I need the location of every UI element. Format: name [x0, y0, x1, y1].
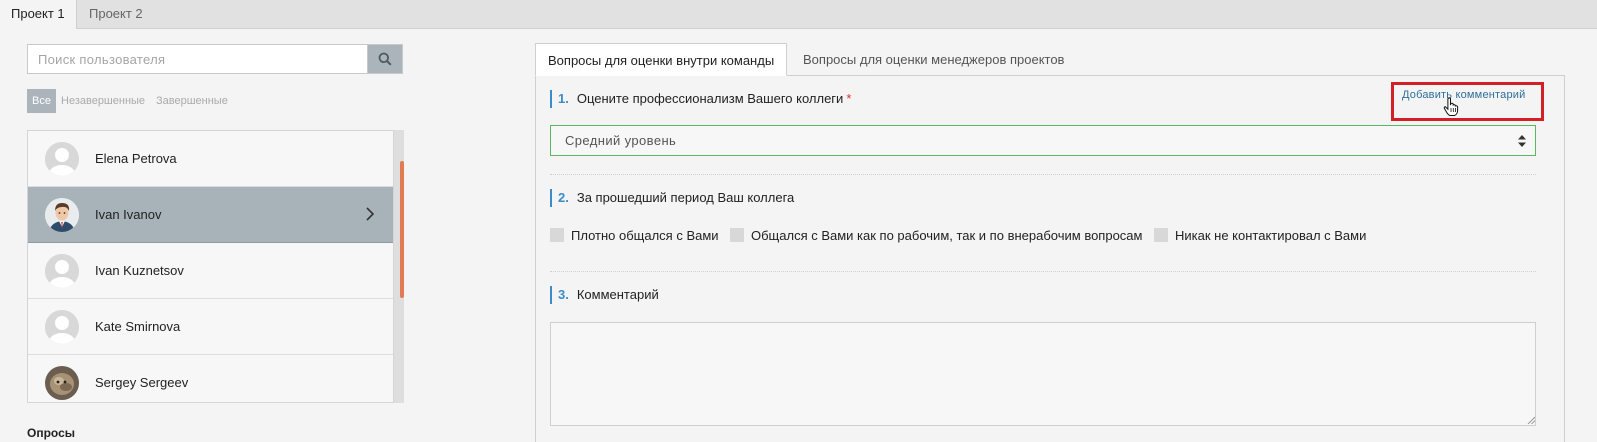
section-title: Опросы [27, 426, 76, 440]
question-heading: 2. За прошедший период Ваш коллега [550, 189, 794, 207]
checkbox-label: Никак не контактировал с Вами [1175, 227, 1367, 243]
filter-completed[interactable]: Завершенные [156, 89, 228, 113]
question-text: Оцените профессионализм Вашего коллеги [576, 91, 844, 106]
select-value: Средний уровень [565, 133, 677, 148]
tab-project-1[interactable]: Проект 1 [0, 0, 77, 29]
required-marker: * [846, 91, 852, 106]
default-avatar [45, 254, 79, 288]
hand-cursor-icon [1443, 97, 1459, 116]
question-text: Комментарий [576, 287, 659, 302]
highlight-box [1391, 82, 1544, 121]
divider [550, 174, 1536, 175]
checkbox[interactable] [550, 228, 564, 242]
checkbox-label: Общался с Вами как по рабочим, так и по … [751, 227, 1143, 243]
checkbox[interactable] [1154, 228, 1168, 242]
user-list-item[interactable]: Kate Smirnova [28, 299, 393, 355]
user-name: Elena Petrova [95, 151, 177, 166]
user-list-item[interactable]: Ivan Kuznetsov [28, 243, 393, 299]
search-input[interactable] [27, 44, 368, 74]
chevron-right-icon [366, 207, 375, 221]
filter-incomplete[interactable]: Незавершенные [61, 89, 145, 113]
scrollbar-thumb[interactable] [400, 161, 404, 298]
user-name: Kate Smirnova [95, 319, 181, 334]
user-name: Sergey Sergeev [95, 375, 189, 390]
professionalism-select[interactable]: Средний уровень [550, 125, 1536, 156]
tab-project-2[interactable]: Проект 2 [78, 0, 154, 28]
default-avatar [45, 310, 79, 344]
user-list-item[interactable]: Sergey Sergeev [28, 355, 393, 402]
user-list: Elena Petrova Ivan Ivanov Ivan Kuznetsov [27, 130, 394, 403]
photo-avatar [45, 366, 79, 400]
divider [550, 271, 1536, 272]
filter-all[interactable]: Все [27, 89, 56, 113]
question-number: 1. [558, 91, 569, 106]
checkbox-label: Плотно общался с Вами [571, 227, 719, 243]
tab-manager-questions[interactable]: Вопросы для оценки менеджеров проектов [791, 43, 1076, 76]
user-name: Ivan Kuznetsov [95, 263, 184, 278]
question-text: За прошедший период Ваш коллега [576, 190, 795, 205]
tab-team-questions[interactable]: Вопросы для оценки внутри команды [535, 43, 788, 76]
cartoon-man-avatar [45, 198, 79, 232]
select-arrows-icon [1518, 135, 1526, 147]
checkbox-option[interactable]: Общался с Вами как по рабочим, так и по … [730, 227, 1142, 243]
checkbox-option[interactable]: Плотно общался с Вами [550, 227, 719, 243]
user-name: Ivan Ivanov [95, 207, 162, 222]
comment-textarea[interactable] [550, 322, 1536, 426]
user-list-item[interactable]: Elena Petrova [28, 131, 393, 187]
user-list-item-selected[interactable]: Ivan Ivanov [28, 187, 393, 243]
checkbox-option[interactable]: Никак не контактировал с Вами [1154, 227, 1366, 243]
checkbox[interactable] [730, 228, 744, 242]
search-button[interactable] [367, 44, 403, 74]
question-heading: 1. Оцените профессионализм Вашего коллеги… [550, 90, 851, 108]
default-avatar [45, 142, 79, 176]
project-tab-bar [0, 0, 1597, 29]
question-number: 3. [558, 287, 569, 302]
question-heading: 3. Комментарий [550, 286, 659, 304]
resize-handle-icon[interactable] [1527, 416, 1535, 424]
question-number: 2. [558, 190, 569, 205]
search-icon [378, 52, 392, 66]
